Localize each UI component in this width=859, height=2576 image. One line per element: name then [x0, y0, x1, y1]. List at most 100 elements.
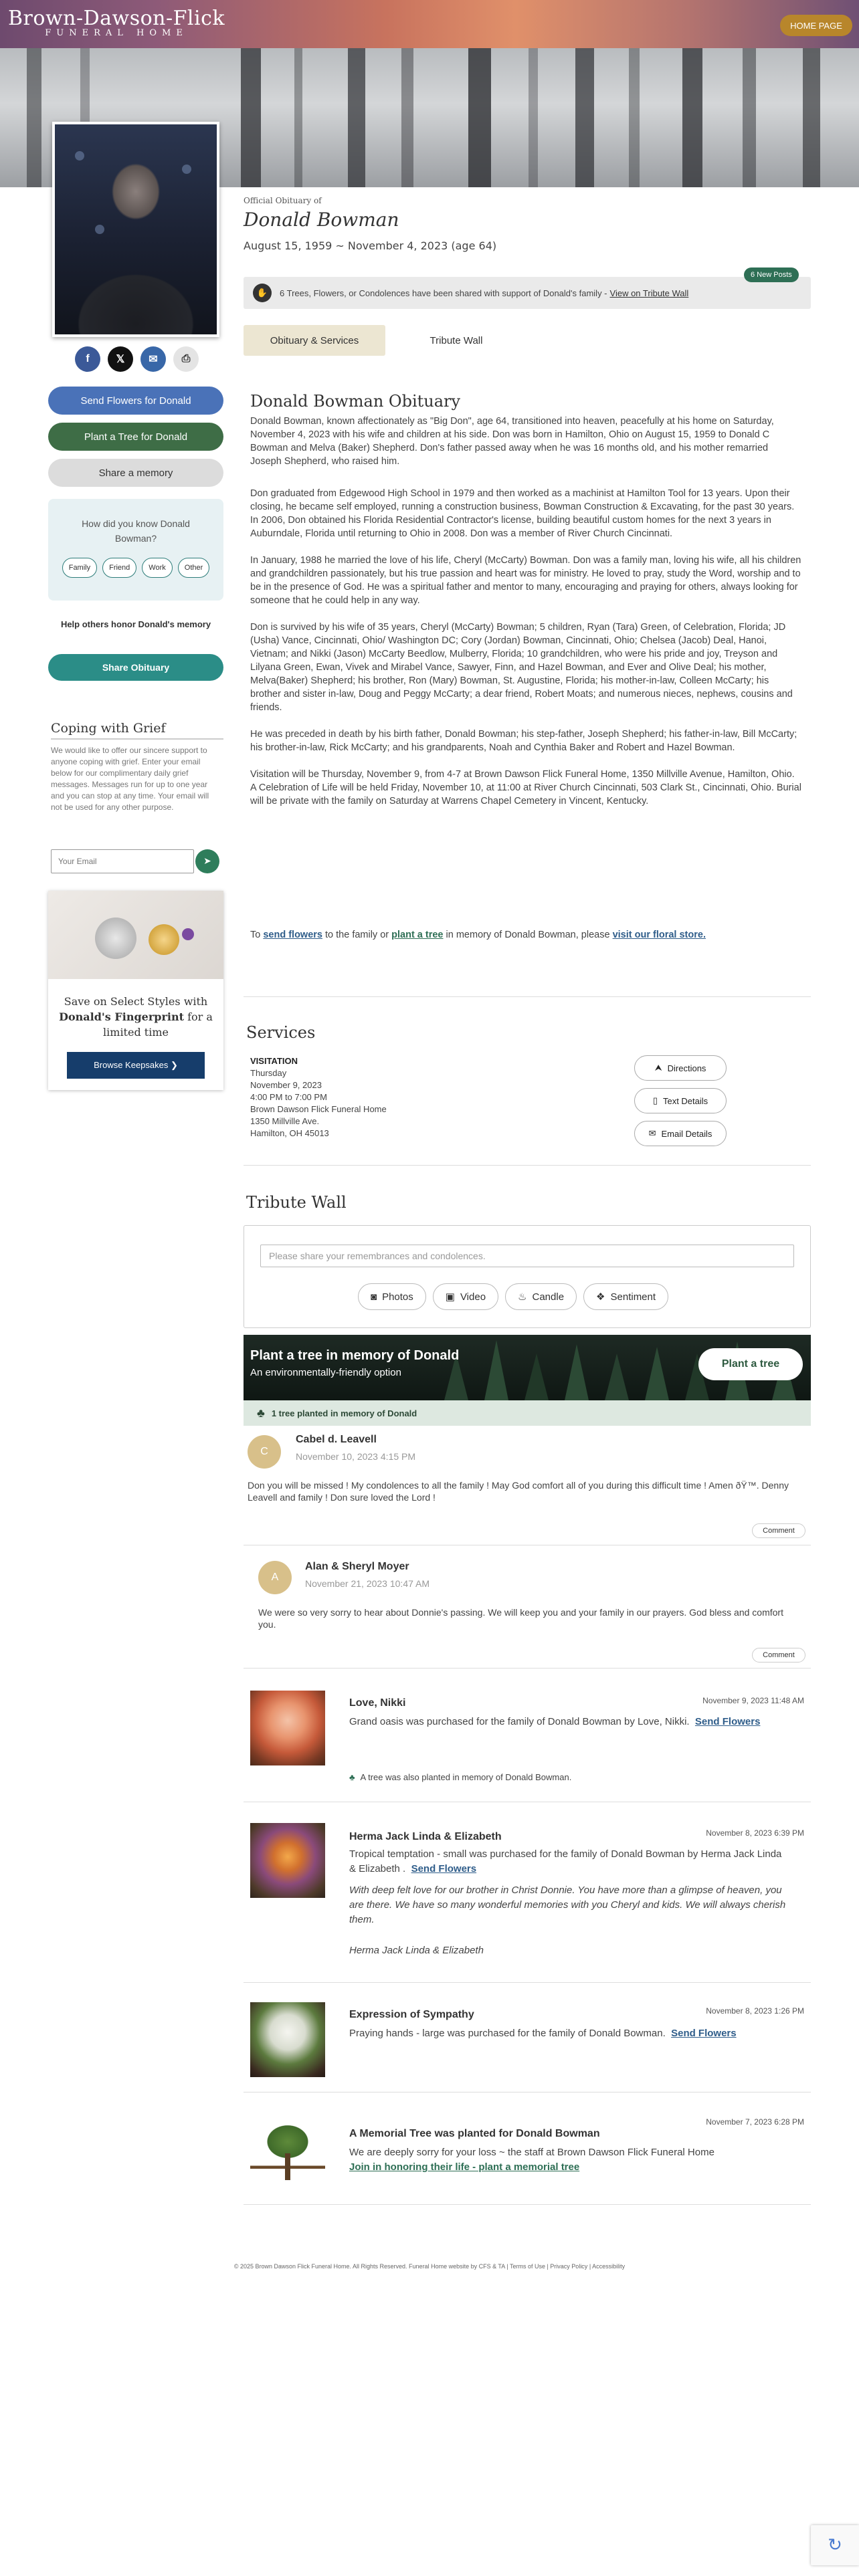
post-date: November 8, 2023 6:39 PM [706, 1828, 804, 1838]
email-details-label: Email Details [661, 1128, 712, 1139]
view-tribute-wall-link[interactable]: View on Tribute Wall [610, 288, 689, 298]
recaptcha-icon: ↻ [828, 2535, 842, 2555]
camera-icon: ◙ [371, 1291, 377, 1303]
new-posts-badge[interactable]: 6 New Posts [744, 267, 799, 282]
coping-title: Coping with Grief [51, 721, 166, 736]
recaptcha-badge[interactable]: ↻ [811, 2525, 859, 2565]
tropical-temptation-image [250, 1823, 325, 1898]
tree-icon: ♣ [349, 1772, 355, 1782]
official-obituary-label: Official Obituary of [244, 196, 322, 205]
purchase-text: Grand oasis was purchased for the family… [349, 1716, 690, 1727]
print-icon[interactable]: ⎙ [173, 346, 199, 372]
sentiment-label: Sentiment [610, 1291, 656, 1303]
relation-work-option[interactable]: Work [142, 558, 173, 578]
tribute-compose-box: Please share your remembrances and condo… [244, 1225, 811, 1328]
envelope-icon: ✉ [648, 1128, 656, 1138]
tree-note-text: A tree was also planted in memory of Don… [360, 1772, 572, 1782]
browse-keepsakes-button[interactable]: Browse Keepsakes ❯ [67, 1052, 205, 1079]
post-date: November 9, 2023 11:48 AM [702, 1696, 804, 1705]
relationship-survey: How did you know Donald Bowman? Family F… [48, 499, 223, 601]
plant-tree-banner: Plant a tree in memory of Donald An envi… [244, 1335, 811, 1400]
text-details-button[interactable]: ▯ Text Details [634, 1088, 727, 1113]
section-divider [244, 996, 811, 997]
email-icon[interactable]: ✉ [140, 346, 166, 372]
tree-icon: ♣ [257, 1406, 265, 1420]
x-icon[interactable]: 𝕏 [108, 346, 133, 372]
obituary-paragraph: Donald Bowman, known affectionately as "… [250, 416, 774, 467]
cta-text: in memory of Donald Bowman, please [443, 930, 613, 940]
tab-obituary-services[interactable]: Obituary & Services [244, 325, 385, 356]
relation-family-option[interactable]: Family [62, 558, 98, 578]
plant-tree-banner-button[interactable]: Plant a tree [698, 1348, 803, 1380]
post-author: Expression of Sympathy [349, 2009, 474, 2020]
candle-button[interactable]: ♨ Candle [505, 1283, 577, 1310]
home-page-button[interactable]: HOME PAGE [780, 15, 852, 36]
deceased-name: Donald Bowman [244, 209, 399, 231]
phone-icon: ▯ [652, 1095, 658, 1105]
directions-icon: ⮝ [654, 1063, 662, 1073]
sentiment-button[interactable]: ❖ Sentiment [583, 1283, 669, 1310]
grand-oasis-image [250, 1691, 325, 1765]
keepsake-promo[interactable]: Save on Select Styles with Donald's Fing… [48, 891, 223, 1090]
post-divider [244, 1668, 811, 1669]
directions-label: Directions [667, 1063, 706, 1073]
tree-count-bar: ♣ 1 tree planted in memory of Donald [244, 1400, 811, 1426]
obituary-title: Donald Bowman Obituary [250, 392, 461, 411]
services-title: Services [246, 1023, 316, 1042]
deceased-photo-frame [52, 122, 219, 337]
praying-hands-image [250, 2002, 325, 2077]
coping-text: We would like to offer our sincere suppo… [51, 746, 209, 812]
tribute-input[interactable]: Please share your remembrances and condo… [260, 1245, 794, 1267]
obituary-paragraph: Don is survived by his wife of 35 years,… [250, 622, 793, 713]
plant-memorial-tree-link[interactable]: Join in honoring their life - plant a me… [349, 2160, 791, 2175]
post-text: Tropical temptation - small was purchase… [349, 1847, 791, 1876]
directions-button[interactable]: ⮝ Directions [634, 1055, 727, 1081]
plant-tree-button[interactable]: Plant a Tree for Donald [48, 423, 223, 451]
obituary-paragraph: In January, 1988 he married the love of … [250, 555, 801, 606]
post-text: Praying hands - large was purchased for … [349, 2026, 791, 2041]
site-header: Brown-Dawson-Flick FUNERAL HOME HOME PAG… [0, 0, 859, 48]
funeral-home-logo[interactable]: Brown-Dawson-Flick FUNERAL HOME [8, 7, 225, 39]
tab-tribute-wall[interactable]: Tribute Wall [385, 325, 527, 356]
video-button[interactable]: ▣ Video [432, 1283, 499, 1310]
service-type: VISITATION [250, 1056, 298, 1066]
post-date: November 7, 2023 6:28 PM [706, 2117, 804, 2127]
send-flowers-link[interactable]: Send Flowers [695, 1716, 761, 1727]
service-street: 1350 Millville Ave. [250, 1116, 320, 1126]
send-flowers-link[interactable]: send flowers [263, 930, 322, 940]
photos-button[interactable]: ◙ Photos [358, 1283, 426, 1310]
comment-button[interactable]: Comment [752, 1523, 805, 1538]
keepsake-text: Save on Select Styles with Donald's Fing… [48, 979, 223, 1040]
candle-label: Candle [532, 1291, 565, 1303]
email-details-button[interactable]: ✉ Email Details [634, 1121, 727, 1146]
send-flowers-button[interactable]: Send Flowers for Donald [48, 387, 223, 415]
comment-button[interactable]: Comment [752, 1648, 805, 1662]
post-message: With deep felt love for our brother in C… [349, 1885, 786, 1925]
cta-text: To [250, 930, 264, 940]
comment-date: November 21, 2023 10:47 AM [305, 1578, 430, 1589]
post-date: November 8, 2023 1:26 PM [706, 2006, 804, 2016]
plant-tree-link[interactable]: plant a tree [391, 930, 443, 940]
send-flowers-link[interactable]: Send Flowers [671, 2028, 737, 2039]
text-details-label: Text Details [662, 1095, 708, 1106]
coping-divider [51, 738, 223, 740]
keepsake-fingerprint: Donald's Fingerprint [59, 1010, 184, 1023]
life-dates: August 15, 1959 ~ November 4, 2023 (age … [244, 239, 497, 252]
candle-icon: ♨ [518, 1291, 527, 1303]
send-icon[interactable]: ➤ [195, 849, 219, 873]
video-icon: ▣ [445, 1291, 455, 1303]
share-icons: f 𝕏 ✉ ⎙ [75, 346, 199, 372]
logo-main-text: Brown-Dawson-Flick [8, 7, 225, 30]
floral-store-link[interactable]: visit our floral store. [613, 930, 706, 940]
relation-other-option[interactable]: Other [177, 558, 210, 578]
grief-email-input[interactable] [51, 849, 194, 873]
tribute-wall-title: Tribute Wall [246, 1193, 347, 1212]
send-flowers-link[interactable]: Send Flowers [411, 1863, 477, 1874]
obituary-paragraph: Visitation will be Thursday, November 9,… [250, 769, 801, 807]
share-obituary-button[interactable]: Share Obituary [48, 654, 223, 681]
share-memory-button[interactable]: Share a memory [48, 459, 223, 487]
tree-banner-title: Plant a tree in memory of Donald [250, 1348, 460, 1363]
obituary-cta: To send flowers to the family or plant a… [250, 928, 805, 942]
relation-friend-option[interactable]: Friend [102, 558, 137, 578]
facebook-icon[interactable]: f [75, 346, 100, 372]
